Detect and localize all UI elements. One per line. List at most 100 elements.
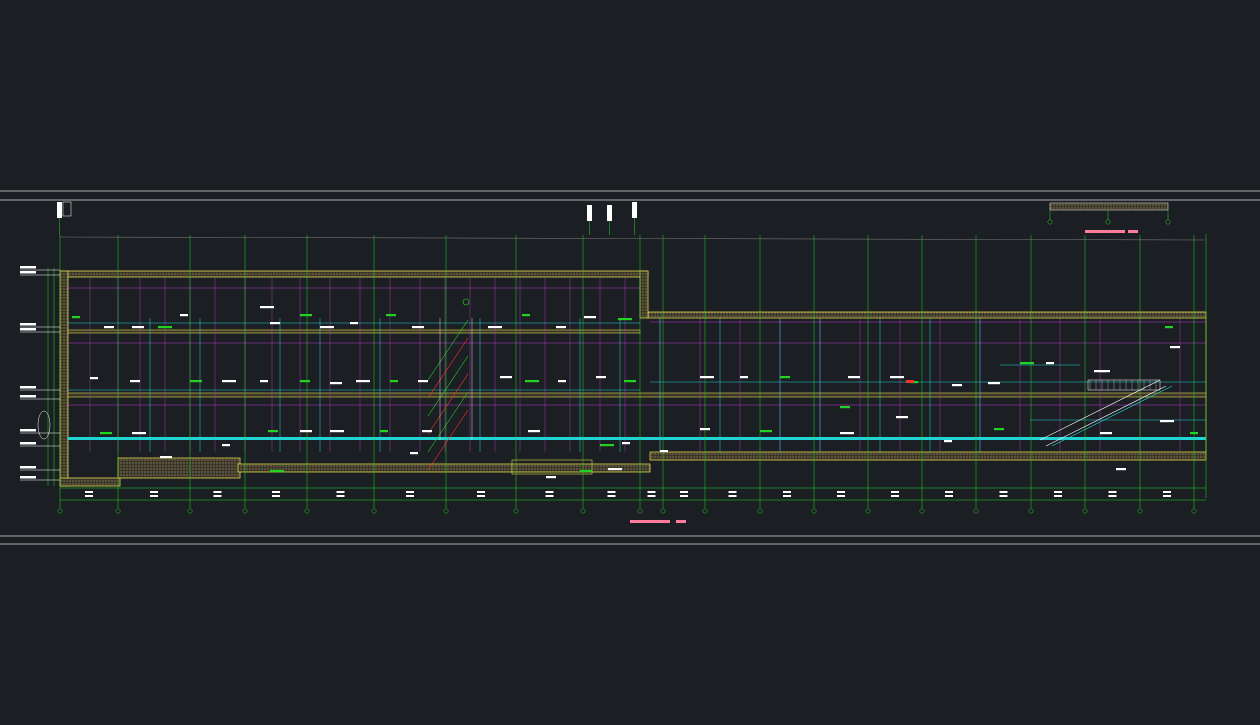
room-label-65: [546, 476, 556, 479]
dim-text-a-9: [647, 491, 656, 493]
room-label-67: [608, 468, 622, 471]
level-text-9: [20, 476, 36, 479]
room-label-61: [1116, 468, 1126, 471]
dim-text-a-6: [477, 491, 485, 493]
dim-text-a-2: [213, 491, 222, 493]
grid-bubble-16: [919, 508, 925, 514]
room-label-72: [1165, 326, 1173, 329]
grid-bubble-7: [443, 508, 449, 514]
room-label-53: [700, 428, 710, 431]
grid-bubble-2: [115, 508, 121, 514]
room-label-35: [890, 376, 904, 379]
dim-text-a-8: [607, 491, 616, 493]
room-label-16: [90, 377, 98, 380]
key-plan-bubble-2: [1165, 219, 1171, 225]
grid-bubble-11: [660, 508, 666, 514]
room-label-15: [618, 318, 632, 321]
room-label-30: [624, 380, 636, 383]
section-marker-box: [62, 201, 72, 217]
room-label-3: [158, 326, 172, 329]
room-label-19: [222, 380, 236, 383]
dim-text-b-10: [680, 495, 688, 497]
detail-callout: [462, 298, 470, 306]
dim-text-a-7: [545, 491, 554, 493]
room-label-42: [100, 432, 112, 435]
room-label-22: [330, 382, 342, 385]
room-label-60: [1190, 432, 1198, 435]
key-plan: [1047, 202, 1171, 225]
ventilation-ducts: [68, 318, 1206, 452]
room-label-8: [350, 322, 358, 325]
section-marker-3: [632, 202, 637, 218]
stair-flight-2: [427, 355, 469, 417]
room-label-49: [422, 430, 432, 433]
dim-text-a-1: [150, 491, 158, 493]
room-label-7: [320, 326, 334, 329]
dim-text-a-4: [336, 491, 345, 493]
dim-text-a-5: [406, 491, 414, 493]
room-label-17: [130, 380, 140, 383]
key-plan-outline: [1049, 202, 1169, 211]
room-label-46: [300, 430, 312, 433]
level-text-1: [20, 271, 36, 274]
dim-text-a-17: [1054, 491, 1062, 493]
escalator-landing: [1087, 379, 1161, 391]
stair-flight-3: [427, 373, 469, 435]
room-label-71: [260, 306, 274, 309]
dim-text-a-11: [728, 491, 737, 493]
level-text-6: [20, 429, 36, 432]
dim-text-a-16: [999, 491, 1008, 493]
room-label-10: [412, 326, 424, 329]
room-label-70: [896, 416, 908, 419]
grid-bubble-19: [1082, 508, 1088, 514]
level-text-5: [20, 395, 36, 398]
main-duct: [68, 437, 1206, 440]
room-label-25: [418, 380, 428, 383]
base-slab-1: [59, 477, 121, 487]
grid-bubble-8: [513, 508, 519, 514]
room-label-40: [1046, 362, 1054, 365]
room-label-57: [994, 428, 1004, 431]
dim-text-a-14: [891, 491, 899, 493]
room-label-69: [840, 406, 850, 409]
section-drawing[interactable]: [0, 0, 1260, 725]
room-label-43: [132, 432, 146, 435]
room-label-54: [760, 430, 772, 433]
roof-slab-right: [647, 311, 1207, 319]
room-label-63: [270, 470, 284, 473]
dim-text-b-5: [406, 495, 414, 497]
grid-bubble-13: [757, 508, 763, 514]
section-markers: [57, 201, 637, 235]
level-text-0: [20, 266, 36, 269]
level-markers: [20, 266, 60, 486]
roof-slab-left: [59, 270, 649, 278]
room-label-28: [558, 380, 566, 383]
room-label-31: [700, 376, 714, 379]
key-plan-title: [1085, 230, 1125, 233]
room-label-56: [944, 440, 952, 443]
ground-line: [59, 236, 1206, 241]
dim-text-b-8: [607, 495, 616, 497]
dim-text-b-11: [728, 495, 737, 497]
room-label-12: [522, 314, 530, 317]
cad-viewport[interactable]: [0, 0, 1260, 725]
dim-text-b-13: [837, 495, 845, 497]
grid-bubble-4: [242, 508, 248, 514]
room-label-6: [300, 314, 312, 317]
room-label-58: [1100, 432, 1112, 435]
dim-text-a-13: [837, 491, 845, 493]
grid-bubble-9: [580, 508, 586, 514]
dim-text-b-19: [1163, 495, 1171, 497]
concourse-slab: [67, 392, 1207, 398]
dim-text-b-9: [647, 495, 656, 497]
dim-text-b-1: [150, 495, 158, 497]
room-label-37: [952, 384, 962, 387]
room-label-18: [190, 380, 202, 383]
room-label-47: [330, 430, 344, 433]
grid-bubble-20: [1137, 508, 1143, 514]
dim-text-a-18: [1108, 491, 1117, 493]
room-label-32: [740, 376, 748, 379]
room-label-13: [556, 326, 566, 329]
room-label-59: [1160, 420, 1174, 423]
room-label-14: [584, 316, 596, 319]
